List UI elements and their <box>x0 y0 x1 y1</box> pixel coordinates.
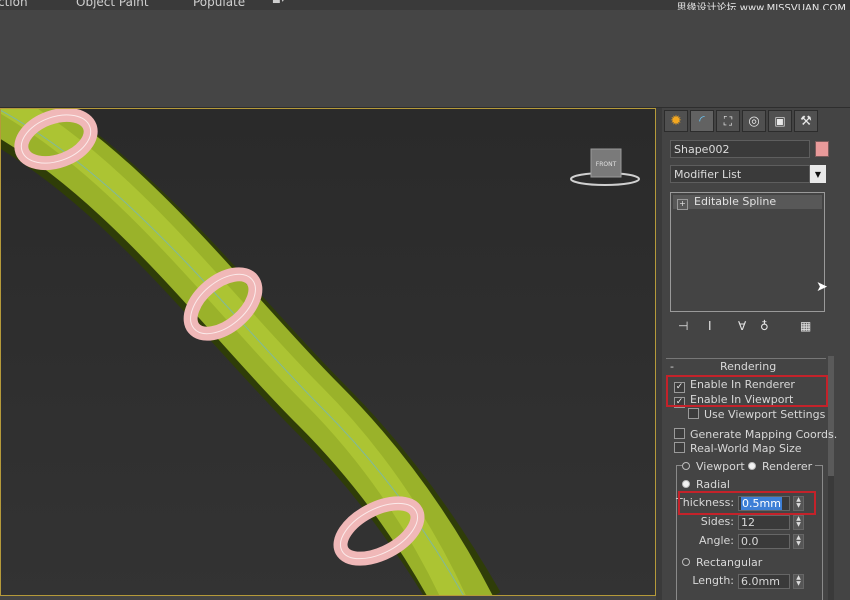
pin-stack-icon[interactable]: ⊣ <box>678 319 688 333</box>
angle-label: Angle: <box>698 534 734 547</box>
hierarchy-icon: ⛶ <box>723 113 733 128</box>
rectangular-radio[interactable]: Rectangular <box>682 556 762 570</box>
object-name-field[interactable]: Shape002 <box>670 140 810 158</box>
generate-mapping-checkbox[interactable]: Generate Mapping Coords. <box>674 428 837 442</box>
generate-mapping-label: Generate Mapping Coords. <box>690 428 838 441</box>
panel-scrollbar[interactable] <box>828 356 834 600</box>
show-end-result-icon[interactable]: Ⅰ <box>708 319 712 333</box>
highlight-box-thickness <box>678 491 816 515</box>
viewcube-label: FRONT <box>596 161 617 168</box>
sides-label: Sides: <box>700 515 734 528</box>
menu-item-populate[interactable]: Populate <box>193 0 245 9</box>
modifier-stack[interactable]: + Editable Spline ➤ <box>670 192 828 312</box>
viewport-radio-label: Viewport <box>696 460 745 473</box>
angle-input[interactable]: 0.0 <box>738 534 790 549</box>
scrollbar-thumb[interactable] <box>828 356 834 476</box>
display-icon: ▣ <box>774 114 786 128</box>
make-unique-icon[interactable]: ∀ <box>738 319 746 333</box>
length-input[interactable]: 6.0mm <box>738 574 790 589</box>
chevron-down-icon: ▼ <box>814 169 822 179</box>
modify-tab[interactable]: ◜ <box>690 110 714 132</box>
menu-item-animation[interactable]: ction <box>0 0 28 9</box>
motion-tab[interactable]: ◎ <box>742 110 766 132</box>
stack-tools: ⊣ Ⅰ ∀ ♁ ▦ <box>670 318 825 336</box>
rendering-rollout-header[interactable]: - Rendering <box>666 358 826 373</box>
utilities-tab[interactable]: ⚒ <box>794 110 818 132</box>
create-icon: ✹ <box>670 113 682 129</box>
viewport-perspective[interactable]: FRONT <box>0 108 656 596</box>
modify-icon: ◜ <box>699 113 705 129</box>
viewport-radio[interactable]: Viewport <box>682 460 748 474</box>
modifier-list-dropdown-button[interactable]: ▼ <box>810 165 826 183</box>
utilities-icon: ⚒ <box>800 113 812 129</box>
ribbon-area <box>0 10 850 108</box>
camera-dropdown-icon[interactable]: ■▾ <box>272 0 285 5</box>
object-color-swatch[interactable] <box>815 141 829 157</box>
length-spinner[interactable]: ▲ ▼ <box>793 574 804 589</box>
viewport-scene: FRONT <box>1 109 655 595</box>
modifier-list-dropdown[interactable]: Modifier List <box>670 165 810 183</box>
real-world-map-label: Real-World Map Size <box>690 442 802 455</box>
menu-item-object-paint[interactable]: Object Paint <box>76 0 149 9</box>
expand-icon[interactable]: + <box>677 199 688 210</box>
rectangular-radio-label: Rectangular <box>696 556 763 569</box>
menu-bar: ction Object Paint Populate ■▾ 思缘设计论坛 ww… <box>0 0 850 10</box>
radial-radio-label: Radial <box>696 478 730 491</box>
motion-icon: ◎ <box>748 113 760 129</box>
configure-sets-icon[interactable]: ▦ <box>800 319 811 333</box>
remove-modifier-icon[interactable]: ♁ <box>760 319 769 333</box>
mouse-cursor-icon: ➤ <box>816 279 828 295</box>
sides-input[interactable]: 12 <box>738 515 790 530</box>
command-panel: ✹ ◜ ⛶ ◎ ▣ ⚒ Shape002 Modifier List ▼ + Ed… <box>662 108 850 600</box>
length-label: Length: <box>692 574 734 587</box>
use-viewport-settings-checkbox[interactable]: Use Viewport Settings <box>688 408 825 422</box>
renderer-radio-label: Renderer <box>762 460 813 473</box>
display-tab[interactable]: ▣ <box>768 110 792 132</box>
sides-spinner[interactable]: ▲ ▼ <box>793 515 804 530</box>
stack-item-label: Editable Spline <box>694 195 777 208</box>
use-viewport-settings-label: Use Viewport Settings <box>704 408 826 421</box>
highlight-box-enable <box>666 375 828 407</box>
real-world-map-checkbox[interactable]: Real-World Map Size <box>674 442 802 456</box>
rendering-rollout-title: Rendering <box>720 360 777 373</box>
create-tab[interactable]: ✹ <box>664 110 688 132</box>
renderer-radio[interactable]: Renderer <box>748 460 816 474</box>
radial-radio[interactable]: Radial <box>682 478 730 492</box>
stack-item-editable-spline[interactable]: + Editable Spline <box>673 195 822 210</box>
command-panel-tabs: ✹ ◜ ⛶ ◎ ▣ ⚒ <box>662 108 850 134</box>
angle-spinner[interactable]: ▲ ▼ <box>793 534 804 549</box>
watermark-text: 思缘设计论坛 www.MISSVUAN.COM <box>676 3 846 10</box>
hierarchy-tab[interactable]: ⛶ <box>716 110 740 132</box>
rollout-collapse-icon[interactable]: - <box>670 360 674 373</box>
